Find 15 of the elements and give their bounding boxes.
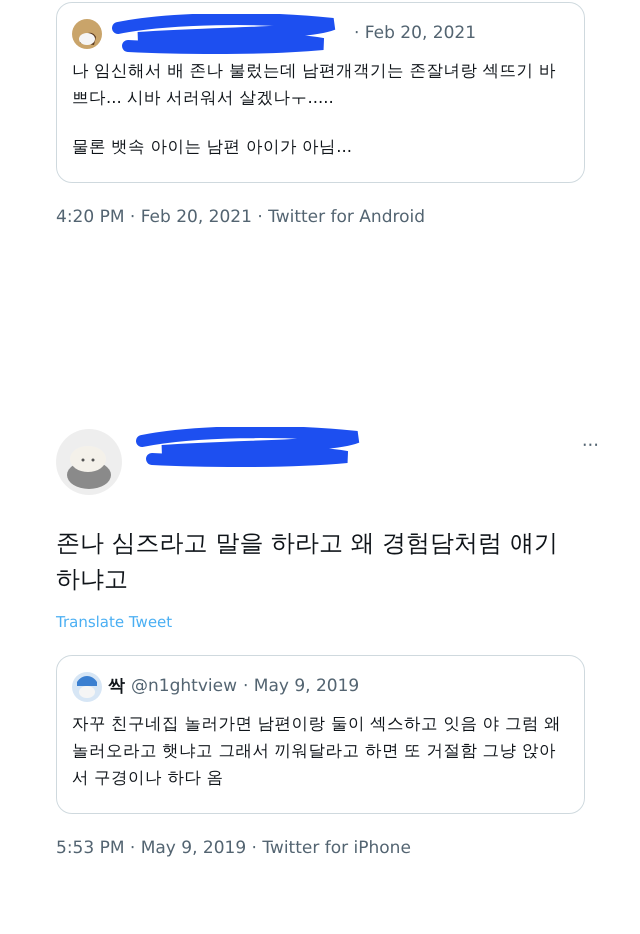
tweet-timestamp: 4:20 PM · Feb 20, 2021 · Twitter for Android (56, 206, 426, 229)
tweet-timestamp: 5:53 PM · May 9, 2019 · Twitter for iPhone (56, 837, 412, 860)
avatar-icon (72, 19, 102, 49)
avatar-icon (72, 672, 102, 702)
display-name: 싹 (108, 675, 125, 698)
quoted-tweet-card[interactable]: · Feb 20, 2021 나 임신해서 배 존나 불렀는데 남편개객기는 존잘녀랑 섹뜨기 바쁘다... 시바 서러워서 살겠나ㅜ..... 물론 뱃속 아이는 남편 아이가 아님... (56, 2, 585, 183)
quoted-tweet-text: 물론 뱃속 아이는 남편 아이가 아님... (72, 136, 353, 158)
tweet-text: 존나 심즈라고 말을 하라고 왜 경험담처럼 얘기하냐고 (56, 528, 559, 594)
more-options-button[interactable]: ··· (582, 436, 599, 454)
tweet-date: · May 9, 2019 (242, 675, 360, 698)
tweet-date: · Feb 20, 2021 (354, 22, 476, 46)
quoted-tweet-text: 자꾸 친구네집 놀러가면 남편이랑 둘이 섹스하고 잇음 야 그럼 왜 놀러오라고 햇냐고 그래서 끼워달라고 하면 또 거절함 그냥 앉아서 구경이나 하다 옴 (72, 713, 562, 789)
user-handle: @n1ghtview (131, 675, 237, 698)
quoted-tweet-text: 나 임신해서 배 존나 불렀는데 남편개객기는 존잘녀랑 섹뜨기 바쁘다... 시바 서러워서 살겠나ㅜ..... (72, 60, 557, 109)
quoted-tweet-card[interactable]: 싹 @n1ghtview · May 9, 2019 자꾸 친구네집 놀러가면 남편이랑 둘이 섹스하고 잇음 야 그럼 왜 놀러오라고 햇냐고 그래서 끼워달라고 하면 또 거절함 그냥 앉아서 구경이나 하다 옴 (56, 655, 585, 814)
